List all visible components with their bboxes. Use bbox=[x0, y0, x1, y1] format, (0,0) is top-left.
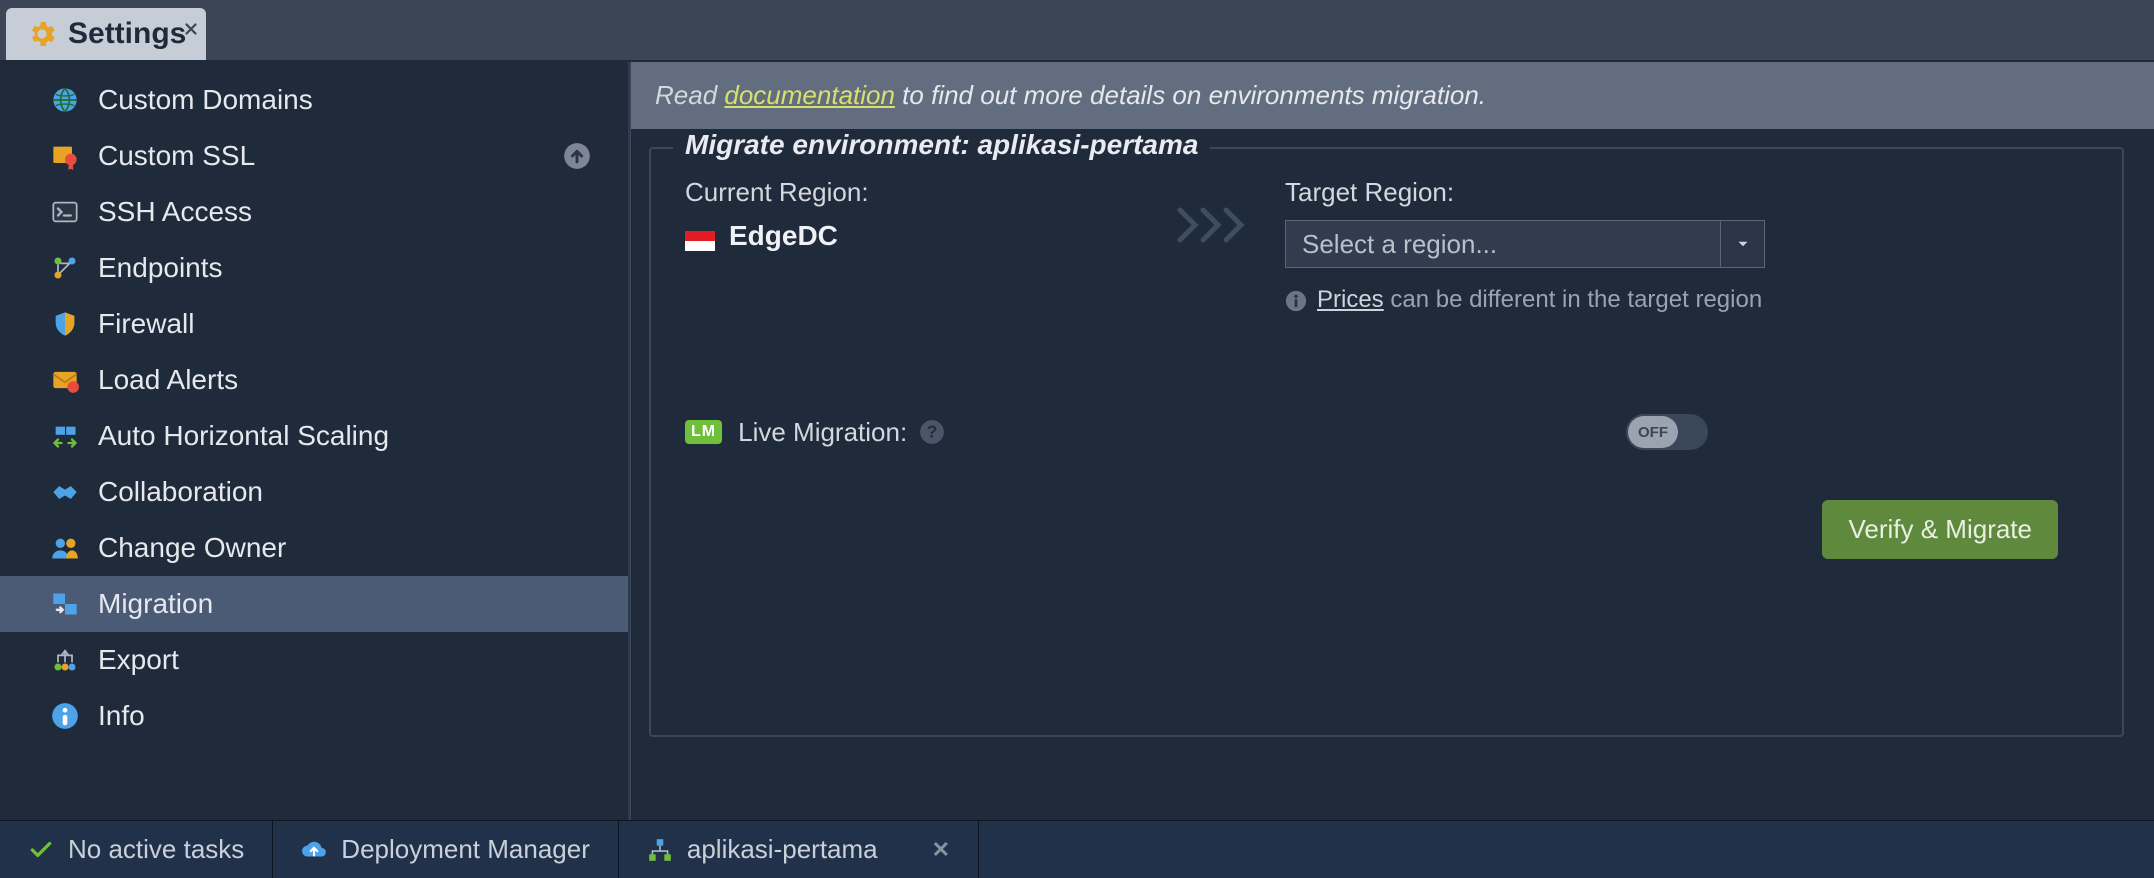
svg-text:?: ? bbox=[927, 421, 938, 441]
gear-icon bbox=[26, 18, 58, 50]
scaling-icon bbox=[50, 421, 80, 451]
current-region-value: EdgeDC bbox=[685, 220, 1145, 252]
settings-sidebar: Custom Domains Custom SSL SSH Access End… bbox=[0, 62, 630, 820]
sidebar-item-info[interactable]: Info bbox=[0, 688, 628, 744]
sidebar-item-auto-horizontal-scaling[interactable]: Auto Horizontal Scaling bbox=[0, 408, 628, 464]
arrow-right-icon bbox=[1145, 177, 1285, 245]
settings-tab[interactable]: Settings bbox=[6, 8, 206, 60]
tasks-status[interactable]: No active tasks bbox=[0, 821, 273, 878]
toggle-knob: OFF bbox=[1628, 416, 1678, 448]
prices-link[interactable]: Prices bbox=[1317, 286, 1384, 313]
info-small-icon bbox=[1285, 290, 1307, 312]
close-icon[interactable] bbox=[182, 12, 200, 30]
status-bar: No active tasks Deployment Manager aplik… bbox=[0, 820, 2154, 878]
target-region-label: Target Region: bbox=[1285, 177, 2088, 208]
tab-title: Settings bbox=[68, 17, 186, 51]
certificate-icon bbox=[50, 141, 80, 171]
nodes-icon bbox=[647, 837, 673, 863]
shield-icon bbox=[50, 309, 80, 339]
chevron-down-icon bbox=[1720, 221, 1764, 267]
upload-icon[interactable] bbox=[562, 141, 592, 171]
migrate-fieldset: Migrate environment: aplikasi-pertama Cu… bbox=[649, 147, 2124, 737]
lm-badge: LM bbox=[685, 420, 722, 444]
documentation-banner: Read documentation to find out more deta… bbox=[631, 62, 2154, 129]
migrate-icon bbox=[50, 589, 80, 619]
sidebar-item-label: Change Owner bbox=[98, 532, 286, 564]
sidebar-item-firewall[interactable]: Firewall bbox=[0, 296, 628, 352]
sidebar-item-label: Load Alerts bbox=[98, 364, 238, 396]
check-icon bbox=[28, 837, 54, 863]
sidebar-item-endpoints[interactable]: Endpoints bbox=[0, 240, 628, 296]
banner-post-text: to find out more details on environments… bbox=[895, 80, 1486, 110]
sidebar-item-collaboration[interactable]: Collaboration bbox=[0, 464, 628, 520]
terminal-icon bbox=[50, 197, 80, 227]
current-region-label: Current Region: bbox=[685, 177, 1145, 208]
sidebar-item-custom-domains[interactable]: Custom Domains bbox=[0, 72, 628, 128]
sidebar-item-label: Endpoints bbox=[98, 252, 223, 284]
sidebar-item-label: Firewall bbox=[98, 308, 194, 340]
target-region-select[interactable]: Select a region... bbox=[1285, 220, 1765, 268]
sidebar-item-label: Auto Horizontal Scaling bbox=[98, 420, 389, 452]
sidebar-item-custom-ssl[interactable]: Custom SSL bbox=[0, 128, 628, 184]
cloud-upload-icon bbox=[301, 837, 327, 863]
sidebar-item-load-alerts[interactable]: Load Alerts bbox=[0, 352, 628, 408]
help-icon[interactable]: ? bbox=[919, 419, 945, 445]
live-migration-toggle[interactable]: OFF bbox=[1626, 414, 1708, 450]
sidebar-item-label: Collaboration bbox=[98, 476, 263, 508]
info-icon bbox=[50, 701, 80, 731]
sidebar-item-export[interactable]: Export bbox=[0, 632, 628, 688]
prices-note: Prices can be different in the target re… bbox=[1285, 286, 1765, 314]
environment-tab[interactable]: aplikasi-pertama ✕ bbox=[619, 821, 979, 878]
sidebar-item-label: SSH Access bbox=[98, 196, 252, 228]
close-icon[interactable]: ✕ bbox=[932, 837, 950, 863]
verify-migrate-button[interactable]: Verify & Migrate bbox=[1822, 500, 2058, 559]
window-tabstrip: Settings bbox=[0, 0, 2154, 62]
sidebar-item-label: Custom Domains bbox=[98, 84, 313, 116]
sidebar-item-label: Migration bbox=[98, 588, 213, 620]
select-placeholder: Select a region... bbox=[1302, 229, 1497, 260]
sidebar-item-label: Export bbox=[98, 644, 179, 676]
prices-note-rest: can be different in the target region bbox=[1384, 286, 1762, 313]
sidebar-item-label: Info bbox=[98, 700, 145, 732]
flag-indonesia-icon bbox=[685, 226, 715, 246]
sidebar-item-migration[interactable]: Migration bbox=[0, 576, 628, 632]
globe-icon bbox=[50, 85, 80, 115]
current-region-name: EdgeDC bbox=[729, 220, 838, 252]
users-icon bbox=[50, 533, 80, 563]
endpoints-icon bbox=[50, 253, 80, 283]
sidebar-item-change-owner[interactable]: Change Owner bbox=[0, 520, 628, 576]
mail-alert-icon bbox=[50, 365, 80, 395]
content-area: Read documentation to find out more deta… bbox=[630, 62, 2154, 820]
banner-pre-text: Read bbox=[655, 80, 724, 110]
live-migration-label: Live Migration: bbox=[738, 417, 907, 448]
tasks-status-text: No active tasks bbox=[68, 834, 244, 865]
deployment-manager-label: Deployment Manager bbox=[341, 834, 590, 865]
sidebar-item-ssh-access[interactable]: SSH Access bbox=[0, 184, 628, 240]
environment-name: aplikasi-pertama bbox=[687, 834, 878, 865]
deployment-manager-tab[interactable]: Deployment Manager bbox=[273, 821, 619, 878]
sidebar-item-label: Custom SSL bbox=[98, 140, 255, 172]
handshake-icon bbox=[50, 477, 80, 507]
documentation-link[interactable]: documentation bbox=[724, 80, 895, 110]
export-icon bbox=[50, 645, 80, 675]
fieldset-legend: Migrate environment: aplikasi-pertama bbox=[673, 129, 1210, 161]
